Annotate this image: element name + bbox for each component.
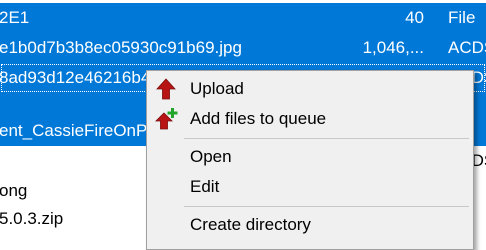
menu-item-add-to-queue[interactable]: Add files to queue (147, 104, 473, 134)
menu-item-edit[interactable]: Edit (147, 172, 473, 202)
file-type: ACDS (448, 38, 486, 57)
add-to-queue-icon (155, 108, 178, 130)
file-row[interactable]: e1b0d7b3b8ec05930c91b69.jpg 1,046,... AC… (0, 33, 486, 63)
file-row[interactable]: 2E1 40 File (0, 3, 486, 33)
menu-item-label: Upload (190, 79, 244, 98)
menu-item-label: Create directory (190, 215, 311, 234)
menu-item-label: Edit (190, 177, 220, 196)
menu-item-open[interactable]: Open (147, 142, 473, 172)
file-size: 40 (405, 8, 424, 27)
context-menu: Upload Add files to queue Open Edit Crea… (146, 70, 474, 250)
file-type: File (448, 8, 476, 27)
file-size: 1,046,... (362, 38, 424, 57)
menu-item-label: Add files to queue (190, 109, 327, 128)
menu-separator (184, 206, 469, 207)
menu-item-label: Open (190, 147, 232, 166)
menu-item-upload[interactable]: Upload (147, 74, 473, 104)
upload-arrow-icon (155, 78, 177, 100)
menu-item-create-directory[interactable]: Create directory (147, 210, 473, 240)
menu-separator (184, 138, 469, 139)
